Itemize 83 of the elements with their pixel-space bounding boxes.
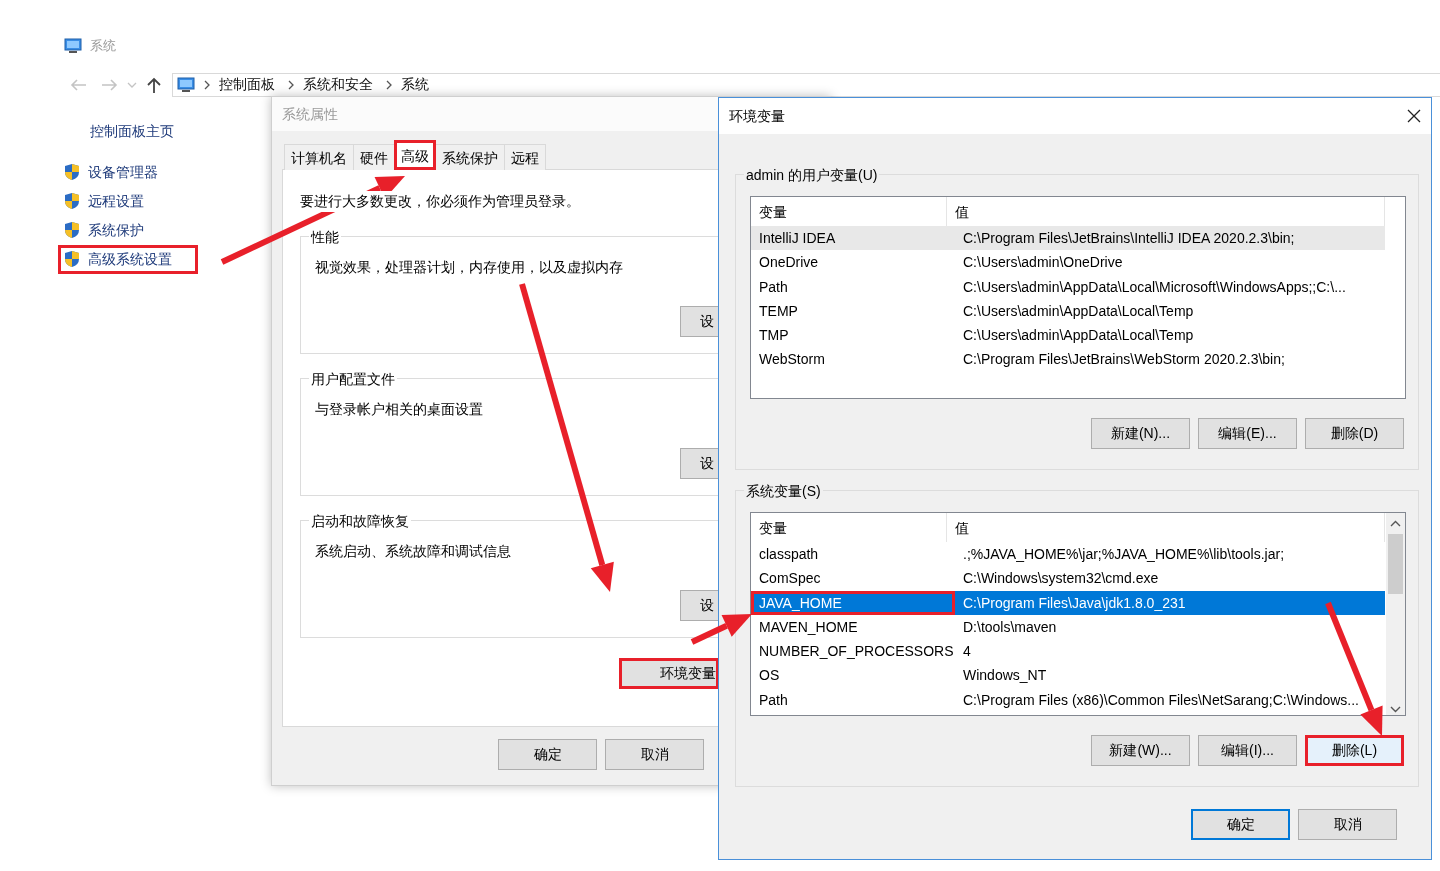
- sidebar-item[interactable]: 设备管理器: [58, 157, 198, 187]
- dialog-title: 环境变量: [729, 106, 785, 126]
- scrollbar[interactable]: [1386, 513, 1405, 715]
- variable-name: TMP: [758, 326, 790, 346]
- action-button[interactable]: 删除(D): [1305, 418, 1404, 449]
- shield-icon: [64, 163, 80, 181]
- variable-name: OneDrive: [758, 253, 820, 273]
- window-title: 系统: [90, 37, 116, 55]
- group-title: 系统变量(S): [744, 481, 823, 502]
- chevron-icon: [203, 78, 211, 91]
- dialog-button[interactable]: 确定: [1191, 809, 1290, 840]
- environment-variables-button[interactable]: 环境变量: [619, 658, 719, 689]
- tab[interactable]: 远程: [504, 144, 546, 170]
- action-button[interactable]: 编辑(E)...: [1198, 418, 1297, 449]
- action-button[interactable]: 编辑(I)...: [1198, 735, 1297, 766]
- variable-value: C:\Program Files (x86)\Common Files\NetSarang;C:\Windows...: [962, 690, 1360, 710]
- breadcrumb[interactable]: 系统: [401, 74, 429, 95]
- variable-value: C:\Users\admin\AppData\Local\Temp: [962, 301, 1195, 321]
- variable-value: 4: [962, 642, 972, 662]
- variable-name: TEMP: [758, 301, 799, 321]
- table-row[interactable]: TMP C:\Users\admin\AppData\Local\Temp: [751, 323, 1385, 348]
- group-description: 系统启动、系统故障和调试信息: [315, 542, 511, 561]
- action-button[interactable]: 新建(W)...: [1091, 735, 1190, 766]
- variable-name: JAVA_HOME: [751, 590, 955, 615]
- close-icon[interactable]: [1407, 109, 1421, 123]
- tab[interactable]: 高级: [394, 140, 436, 170]
- variable-value: C:\Users\admin\AppData\Local\Microsoft\WindowsApps;;C:\...: [962, 277, 1347, 297]
- scrollbar-thumb[interactable]: [1388, 534, 1403, 594]
- variable-name: Path: [758, 690, 789, 710]
- group-description: 与登录帐户相关的桌面设置: [315, 400, 483, 419]
- column-header[interactable]: 值: [947, 513, 1385, 542]
- table-row[interactable]: OneDrive C:\Users\admin\OneDrive: [751, 250, 1385, 275]
- dialog-button[interactable]: 确定: [498, 739, 597, 770]
- dialog-button[interactable]: 取消: [1298, 809, 1397, 840]
- shield-icon: [64, 221, 80, 239]
- breadcrumb[interactable]: 系统和安全: [303, 74, 373, 95]
- chevron-icon: [385, 78, 393, 91]
- tab[interactable]: 计算机名: [284, 144, 354, 170]
- variable-name: IntelliJ IDEA: [758, 229, 837, 248]
- table-row[interactable]: TEMP C:\Users\admin\AppData\Local\Temp: [751, 298, 1385, 324]
- variable-value: .;%JAVA_HOME%\jar;%JAVA_HOME%\lib\tools.jar;: [962, 545, 1286, 564]
- shield-icon: [64, 250, 80, 268]
- shield-icon: [64, 192, 80, 210]
- group-title: admin 的用户变量(U): [744, 165, 880, 186]
- variable-name: MAVEN_HOME: [758, 617, 859, 637]
- column-header[interactable]: 变量: [751, 513, 947, 542]
- variable-name: classpath: [758, 545, 820, 564]
- chevron-icon: [287, 78, 295, 91]
- sidebar-item[interactable]: 远程设置: [58, 186, 198, 216]
- variable-name: OS: [758, 666, 781, 686]
- variable-value: C:\Users\admin\AppData\Local\Temp: [962, 326, 1195, 346]
- dialog-button[interactable]: 取消: [605, 739, 704, 770]
- variable-value: Windows_NT: [962, 666, 1048, 686]
- table-row[interactable]: NUMBER_OF_PROCESSORS 4: [751, 639, 1385, 664]
- variable-value: C:\Program Files\JetBrains\IntelliJ IDEA 2020.2.3\bin;: [962, 229, 1296, 248]
- computer-icon: [64, 37, 82, 54]
- table-row[interactable]: classpath .;%JAVA_HOME%\jar;%JAVA_HOME%\lib\tools.jar;: [751, 542, 1385, 567]
- table-row[interactable]: OS Windows_NT: [751, 663, 1385, 688]
- table-row[interactable]: IntelliJ IDEA C:\Program Files\JetBrains\IntelliJ IDEA 2020.2.3\bin;: [751, 226, 1385, 251]
- sidebar-item[interactable]: 高级系统设置: [58, 244, 198, 274]
- variable-name: ComSpec: [758, 569, 822, 589]
- variable-value: C:\Program Files\JetBrains\WebStorm 2020.2.3\bin;: [962, 350, 1286, 370]
- table-row[interactable]: Path C:\Users\admin\AppData\Local\Microsoft\WindowsApps;;C:\...: [751, 274, 1385, 299]
- table-row[interactable]: Path C:\Program Files (x86)\Common Files\NetSarang;C:\Windows...: [751, 687, 1385, 713]
- variable-value: C:\Windows\system32\cmd.exe: [962, 569, 1160, 589]
- tab[interactable]: 硬件: [353, 144, 395, 170]
- variable-value: D:\tools\maven: [962, 617, 1058, 637]
- action-button[interactable]: 删除(L): [1305, 735, 1404, 766]
- variable-value: C:\Program Files\Java\jdk1.8.0_231: [962, 593, 1187, 613]
- group-description: 视觉效果，处理器计划，内存使用，以及虚拟内存: [315, 258, 623, 277]
- variable-value: C:\Users\admin\OneDrive: [962, 253, 1124, 273]
- variable-name: WebStorm: [758, 350, 826, 370]
- action-button[interactable]: 新建(N)...: [1091, 418, 1190, 449]
- variable-name: NUMBER_OF_PROCESSORS: [758, 642, 955, 662]
- table-row[interactable]: MAVEN_HOME D:\tools\maven: [751, 614, 1385, 640]
- variable-name: Path: [758, 277, 789, 297]
- tab[interactable]: 系统保护: [435, 144, 505, 170]
- sidebar-item[interactable]: 系统保护: [58, 215, 198, 245]
- computer-icon: [177, 76, 195, 93]
- breadcrumb[interactable]: 控制面板: [219, 74, 275, 95]
- table-row[interactable]: JAVA_HOME C:\Program Files\Java\jdk1.8.0_231: [751, 590, 1385, 615]
- table-row[interactable]: WebStorm C:\Program Files\JetBrains\WebStorm 2020.2.3\bin;: [751, 347, 1385, 372]
- table-row[interactable]: ComSpec C:\Windows\system32\cmd.exe: [751, 566, 1385, 591]
